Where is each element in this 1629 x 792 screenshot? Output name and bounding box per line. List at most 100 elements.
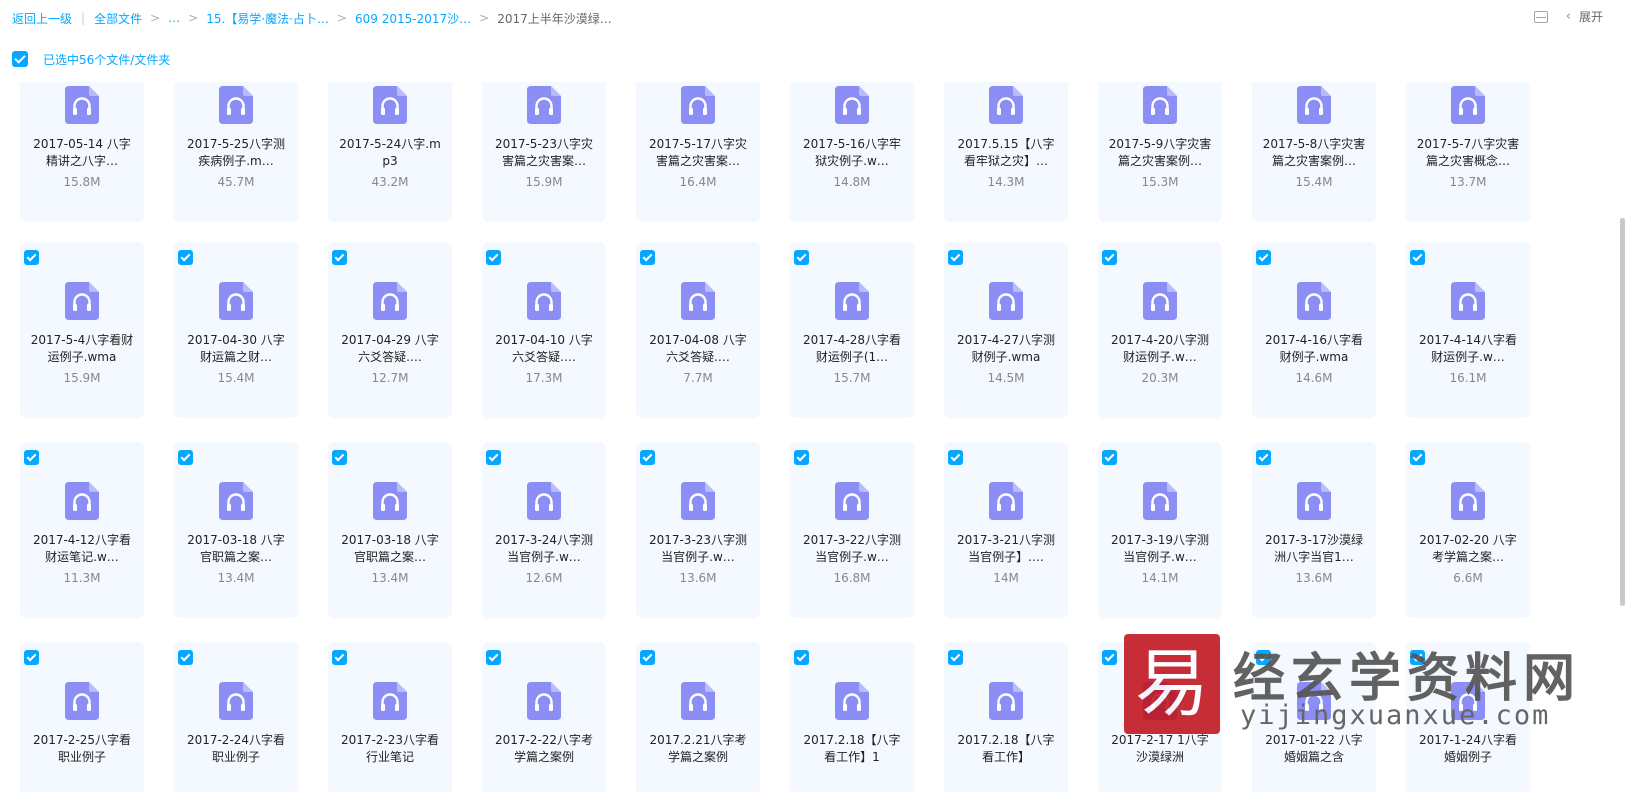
file-card[interactable]: 2017.5.15【八字看牢狱之灾】… 14.3M [944, 82, 1068, 222]
expand-button[interactable]: 展开 [1579, 8, 1603, 25]
file-checkbox[interactable] [948, 450, 963, 465]
file-name: 2017.2.18【八字看工作】 [957, 733, 1055, 764]
file-card[interactable]: 2017-5-8八字灾害篇之灾害案例… 15.4M [1252, 82, 1376, 222]
file-name: 2017-4-28八字看财运例子(1… [802, 333, 902, 364]
file-card[interactable]: 2017-3-21八字测当官例子】.… 14M [944, 442, 1068, 618]
file-card[interactable]: 2017-4-28八字看财运例子(1… 15.7M [790, 242, 914, 418]
file-name: 2017-3-19八字测当官例子.w… [1110, 533, 1210, 564]
file-checkbox[interactable] [486, 650, 501, 665]
file-checkbox[interactable] [332, 650, 347, 665]
file-name: 2017-5-4八字看财运例子.wma [30, 333, 134, 364]
file-checkbox[interactable] [178, 650, 193, 665]
file-card[interactable]: 2017-5-23八字灾害篇之灾害案… 15.9M [482, 82, 606, 222]
file-checkbox[interactable] [948, 650, 963, 665]
file-checkbox[interactable] [794, 650, 809, 665]
file-checkbox[interactable] [1410, 250, 1425, 265]
file-checkbox[interactable] [1102, 250, 1117, 265]
file-card[interactable]: 2017.2.21八字考学篇之案例 [636, 642, 760, 792]
file-card[interactable]: 2017-3-23八字测当官例子.w… 13.6M [636, 442, 760, 618]
file-size: 14.1M [1141, 571, 1179, 585]
file-card[interactable]: 2017-5-17八字灾害篇之灾害案… 16.4M [636, 82, 760, 222]
audio-file-icon [219, 282, 253, 320]
file-name: 2017-5-9八字灾害篇之灾害案例… [1108, 137, 1212, 168]
scrollbar-thumb[interactable] [1620, 218, 1625, 606]
breadcrumb-ellipsis[interactable]: … [168, 11, 180, 25]
file-checkbox[interactable] [1256, 250, 1271, 265]
file-card[interactable]: 2017-3-22八字测当官例子.w… 16.8M [790, 442, 914, 618]
file-card[interactable]: 2017-5-4八字看财运例子.wma 15.9M [20, 242, 144, 418]
breadcrumb-all-files[interactable]: 全部文件 [94, 10, 142, 27]
file-name: 2017-04-30 八字财运篇之财… [187, 333, 285, 364]
file-card[interactable]: 2017-02-20 八字考学篇之案… 6.6M [1406, 442, 1530, 618]
file-size: 14.8M [833, 175, 871, 189]
file-card[interactable]: 2017-4-16八字看财例子.wma 14.6M [1252, 242, 1376, 418]
file-name: 2017-03-18 八字官职篇之案… [341, 533, 439, 564]
breadcrumb-level1[interactable]: 15.【易学·魔法·占卜… [206, 10, 329, 27]
file-card[interactable]: 2017-5-9八字灾害篇之灾害案例… 15.3M [1098, 82, 1222, 222]
file-checkbox[interactable] [640, 250, 655, 265]
file-checkbox[interactable] [1256, 450, 1271, 465]
file-size: 14.6M [1295, 371, 1333, 385]
file-card[interactable]: 2017-4-14八字看财运例子.w… 16.1M [1406, 242, 1530, 418]
chevron-left-icon[interactable]: ‹ [1566, 9, 1571, 24]
file-card[interactable]: 2017-04-29 八字六爻答疑.… 12.7M [328, 242, 452, 418]
file-card[interactable]: 2017-5-16八字牢狱灾例子.w… 14.8M [790, 82, 914, 222]
file-name: 2017-4-20八字测财运例子.w… [1110, 333, 1210, 364]
audio-file-icon [373, 482, 407, 520]
back-link[interactable]: 返回上一级 [12, 10, 72, 27]
file-checkbox[interactable] [948, 250, 963, 265]
file-card[interactable]: 2017-04-08 八字六爻答疑.… 7.7M [636, 242, 760, 418]
file-card[interactable]: 2017.2.18【八字看工作】1 [790, 642, 914, 792]
file-checkbox[interactable] [24, 450, 39, 465]
file-checkbox[interactable] [178, 250, 193, 265]
file-name: 2017-05-14 八字精讲之八字… [33, 137, 131, 168]
file-name: 2017-2-25八字看职业例子 [32, 733, 132, 764]
file-card[interactable]: 2017-5-24八字.mp3 43.2M [328, 82, 452, 222]
file-checkbox[interactable] [24, 650, 39, 665]
file-card[interactable]: 2017-4-20八字测财运例子.w… 20.3M [1098, 242, 1222, 418]
file-checkbox[interactable] [486, 250, 501, 265]
file-card[interactable]: 2017-2-23八字看行业笔记 [328, 642, 452, 792]
breadcrumb-divider: | [81, 11, 86, 25]
file-card[interactable]: 2017-2-25八字看职业例子 [20, 642, 144, 792]
file-card[interactable]: 2017-4-27八字测财例子.wma 14.5M [944, 242, 1068, 418]
file-checkbox[interactable] [794, 450, 809, 465]
select-all-checkbox[interactable] [12, 51, 28, 67]
file-card[interactable]: 2017-03-18 八字官职篇之案… 13.4M [328, 442, 452, 618]
file-checkbox[interactable] [640, 650, 655, 665]
breadcrumb-level2[interactable]: 609 2015-2017沙… [355, 10, 471, 27]
file-card[interactable]: 2017-04-10 八字六爻答疑.… 17.3M [482, 242, 606, 418]
file-card[interactable]: 2017-4-12八字看财运笔记.w… 11.3M [20, 442, 144, 618]
file-checkbox[interactable] [1102, 650, 1117, 665]
file-card[interactable]: 2017-5-7八字灾害篇之灾害概念… 13.7M [1406, 82, 1530, 222]
file-card[interactable]: 2017-05-14 八字精讲之八字… 15.8M [20, 82, 144, 222]
file-card[interactable]: 2017-03-18 八字官职篇之案… 13.4M [174, 442, 298, 618]
file-checkbox[interactable] [332, 250, 347, 265]
file-card[interactable]: 2017-2-24八字看职业例子 [174, 642, 298, 792]
file-size: 14.5M [987, 371, 1025, 385]
file-checkbox[interactable] [1410, 450, 1425, 465]
file-checkbox[interactable] [178, 450, 193, 465]
file-card[interactable]: 2017-04-30 八字财运篇之财… 15.4M [174, 242, 298, 418]
file-checkbox[interactable] [794, 250, 809, 265]
audio-file-icon [65, 86, 99, 124]
file-name: 2017-03-18 八字官职篇之案… [187, 533, 285, 564]
file-size: 13.4M [217, 571, 255, 585]
file-card[interactable]: 2017.2.18【八字看工作】 [944, 642, 1068, 792]
file-checkbox[interactable] [1102, 450, 1117, 465]
file-name: 2017-3-17沙漠绿洲八字当官1… [1264, 533, 1364, 564]
file-checkbox[interactable] [332, 450, 347, 465]
file-checkbox[interactable] [640, 450, 655, 465]
file-checkbox[interactable] [24, 250, 39, 265]
file-card[interactable]: 2017-3-17沙漠绿洲八字当官1… 13.6M [1252, 442, 1376, 618]
file-name: 2017-5-25八字测疾病例子.m… [186, 137, 286, 168]
audio-file-icon [989, 282, 1023, 320]
audio-file-icon [527, 282, 561, 320]
file-checkbox[interactable] [486, 450, 501, 465]
file-card[interactable]: 2017-2-22八字考学篇之案例 [482, 642, 606, 792]
audio-file-icon [835, 86, 869, 124]
file-card[interactable]: 2017-3-19八字测当官例子.w… 14.1M [1098, 442, 1222, 618]
file-card[interactable]: 2017-5-25八字测疾病例子.m… 45.7M [174, 82, 298, 222]
view-mode-icon[interactable] [1533, 10, 1548, 23]
file-card[interactable]: 2017-3-24八字测当官例子.w… 12.6M [482, 442, 606, 618]
